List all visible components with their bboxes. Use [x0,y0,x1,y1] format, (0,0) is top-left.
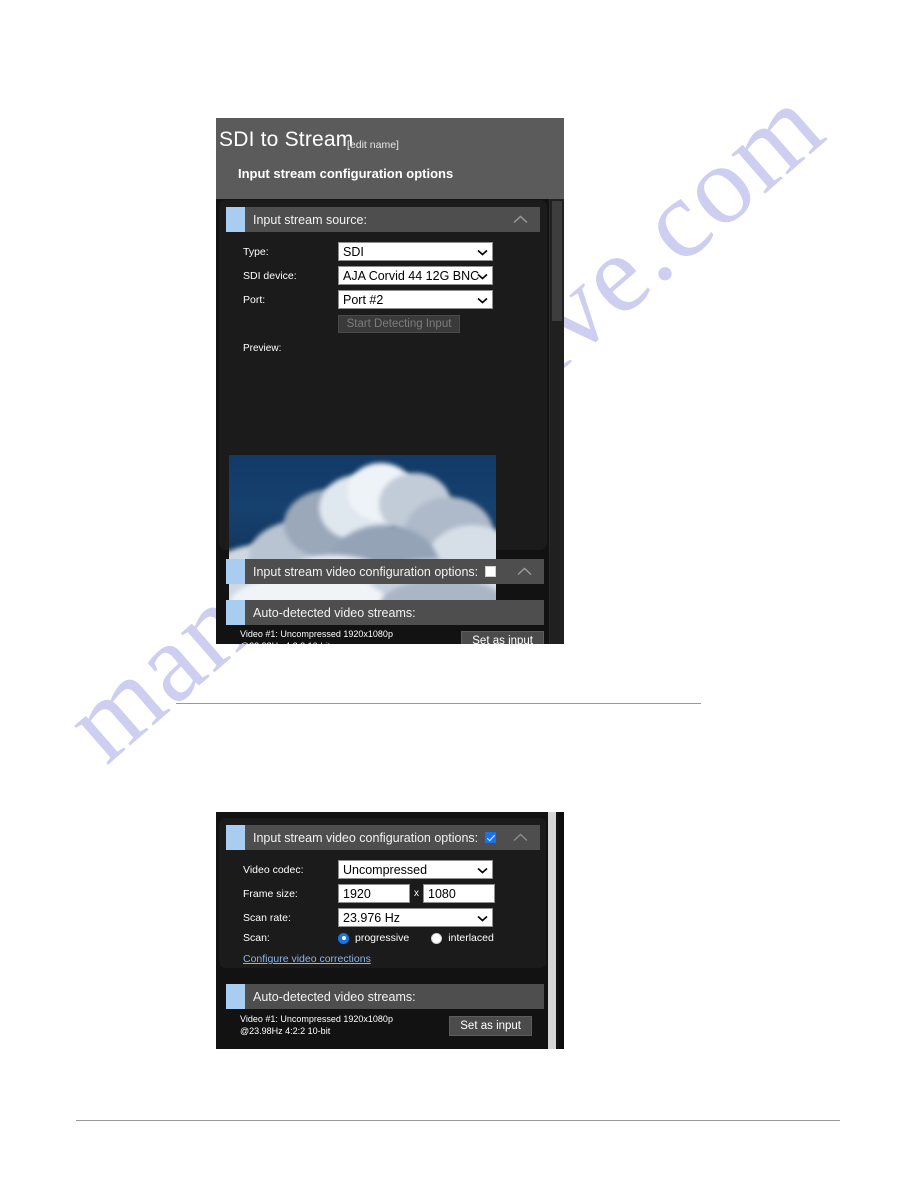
video-codec-select[interactable]: Uncompressed [338,860,493,879]
config-scroll-pane: Input stream source: Type: SDI SDI devic… [216,199,564,644]
scrollbar-track [559,812,564,1049]
source-form: Type: SDI SDI device: AJA Corvid 44 12G … [243,242,523,354]
screenshot-figure-video-config-options: Input stream video configuration options… [216,812,564,1049]
scrollbar-thumb[interactable] [548,812,556,1049]
set-as-input-button[interactable]: Set as input [461,630,544,644]
video-config-options-checkbox[interactable] [485,832,497,843]
chevron-down-icon [477,245,488,259]
auto-detected-streams-label: Auto-detected video streams: [253,989,416,1004]
port-label: Port: [243,293,266,306]
detected-stream-line2: @23.98Hz 4:2:2 10-bit [240,641,393,645]
vertical-scrollbar[interactable] [546,812,564,1049]
video-codec-row: Video codec: Uncompressed [243,860,533,879]
screenshot-figure-input-stream-source: SDI to Stream [edit name] Input stream c… [216,118,564,644]
frame-width-input[interactable]: 1920 [338,884,410,903]
sdi-device-select-value: AJA Corvid 44 12G BNC [343,268,480,283]
sdi-device-label: SDI device: [243,269,297,282]
auto-detected-streams-label: Auto-detected video streams: [253,605,416,620]
scan-label: Scan: [243,932,270,944]
frame-size-label: Frame size: [243,887,298,900]
detected-stream-line1: Video #1: Uncompressed 1920x1080p [240,629,393,639]
sdi-device-select[interactable]: AJA Corvid 44 12G BNC [338,266,493,285]
type-label: Type: [243,245,269,258]
scan-progressive-radio[interactable] [338,932,349,944]
port-select[interactable]: Port #2 [338,290,493,309]
port-row: Port: Port #2 [243,290,523,309]
scan-interlaced-label: interlaced [448,932,494,944]
frame-height-input[interactable]: 1080 [423,884,495,903]
configure-video-corrections-link[interactable]: Configure video corrections [243,953,533,965]
frame-size-row: Frame size: 1920 x 1080 [243,884,533,903]
section-accent-swatch [226,825,245,850]
video-config-options-bar[interactable]: Input stream video configuration options… [226,559,544,584]
start-detecting-input-button[interactable]: Start Detecting Input [338,315,460,333]
scan-rate-row: Scan rate: 23.976 Hz [243,908,533,927]
chevron-down-icon [477,269,488,283]
edit-name-link[interactable]: [edit name] [347,139,399,151]
section-accent-swatch [226,207,245,232]
video-config-options-label: Input stream video configuration options… [253,830,479,845]
frame-size-separator: x [414,888,419,899]
type-row: Type: SDI [243,242,523,261]
scan-row: Scan: progressive interlaced [243,932,533,944]
input-stream-source-label: Input stream source: [253,212,367,227]
detected-stream-line2: @23.98Hz 4:2:2 10-bit [240,1025,331,1036]
video-codec-select-value: Uncompressed [343,862,428,877]
scan-progressive-option[interactable]: progressive [338,932,409,944]
chevron-up-icon[interactable] [509,207,531,232]
scrollbar-thumb[interactable] [552,201,562,321]
app-header: SDI to Stream [edit name] Input stream c… [216,118,564,199]
chevron-down-icon [477,293,488,307]
scan-progressive-label: progressive [355,932,410,944]
scan-interlaced-radio[interactable] [431,932,443,944]
scan-rate-select[interactable]: 23.976 Hz [338,908,493,927]
video-config-options-checkbox[interactable] [485,566,497,577]
scan-rate-select-value: 23.976 Hz [343,910,400,925]
section-accent-swatch [226,600,245,625]
set-as-input-button[interactable]: Set as input [449,1015,532,1036]
video-codec-label: Video codec: [243,863,304,876]
type-select[interactable]: SDI [338,242,493,261]
scan-rate-label: Scan rate: [243,911,291,924]
preview-label: Preview: [243,343,282,354]
video-config-options-bar[interactable]: Input stream video configuration options… [226,825,540,850]
sdi-device-row: SDI device: AJA Corvid 44 12G BNC [243,266,523,285]
auto-detected-streams-bar[interactable]: Auto-detected video streams: [226,984,544,1009]
page-divider-top [176,703,701,704]
detected-stream-line1: Video #1: Uncompressed 1920x1080p [240,1014,393,1024]
video-config-scroll-pane: Input stream video configuration options… [216,812,547,1049]
video-preview[interactable] [229,455,496,607]
detect-row: Start Detecting Input [243,315,523,333]
detected-stream-row: Video #1: Uncompressed 1920x1080p @23.98… [240,1014,532,1037]
video-config-options-label: Input stream video configuration options… [253,564,479,579]
vertical-scrollbar[interactable] [549,199,564,644]
detected-stream-text: Video #1: Uncompressed 1920x1080p @23.98… [240,1014,393,1037]
input-stream-source-bar[interactable]: Input stream source: [226,207,540,232]
detected-stream-text: Video #1: Uncompressed 1920x1080p @23.98… [240,629,393,644]
input-stream-source-card: Input stream source: Type: SDI SDI devic… [219,200,547,607]
page-divider-bottom [76,1120,840,1121]
video-config-form: Video codec: Uncompressed Frame size: 19… [243,860,533,965]
detected-stream-row: Video #1: Uncompressed 1920x1080p @23.98… [240,629,544,644]
video-config-card: Input stream video configuration options… [219,818,547,968]
section-accent-swatch [226,984,245,1009]
auto-detected-streams-bar[interactable]: Auto-detected video streams: [226,600,544,625]
chevron-up-icon[interactable] [513,559,535,584]
scan-interlaced-option[interactable]: interlaced [431,932,494,944]
chevron-up-icon[interactable] [509,825,531,850]
port-select-value: Port #2 [343,292,384,307]
type-select-value: SDI [343,244,364,259]
page-title: Input stream configuration options [238,166,454,181]
app-title: SDI to Stream [219,128,354,151]
chevron-down-icon [477,911,488,925]
section-accent-swatch [226,559,245,584]
chevron-down-icon [477,863,488,877]
